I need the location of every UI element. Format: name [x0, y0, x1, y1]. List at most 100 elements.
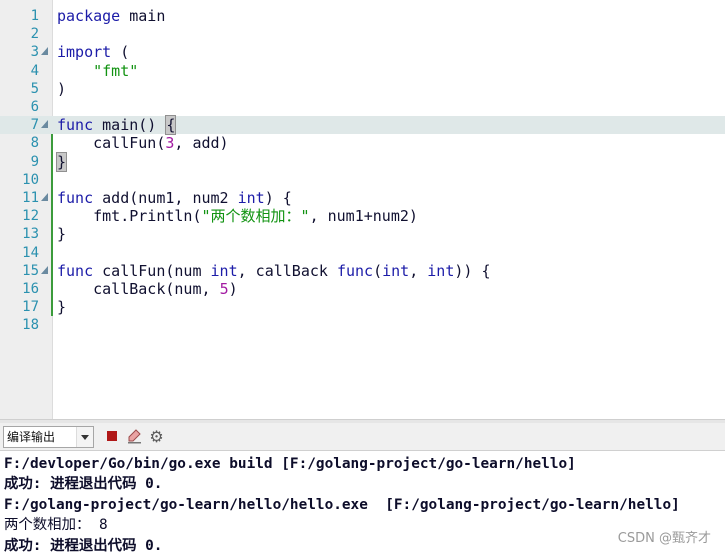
code-line[interactable]: 1 package main — [0, 7, 725, 25]
code-line[interactable]: 12 fmt.Println("两个数相加：", num1+num2) — [0, 207, 725, 226]
keyword: func — [57, 261, 94, 280]
line-number: 11 — [22, 190, 39, 206]
keyword: package — [57, 7, 121, 25]
code-line[interactable]: 18 — [0, 316, 725, 334]
change-marker — [51, 134, 53, 153]
build-output-console[interactable]: F:/devloper/Go/bin/go.exe build [F:/gola… — [0, 452, 725, 555]
line-number: 16 — [22, 281, 39, 297]
chevron-down-icon[interactable] — [76, 427, 93, 447]
keyword: int — [382, 261, 410, 280]
code-line[interactable]: 10 — [0, 170, 725, 189]
output-line: F:/devloper/Go/bin/go.exe build [F:/gola… — [4, 456, 576, 472]
line-number: 8 — [30, 135, 39, 152]
fold-toggle-icon[interactable] — [41, 265, 48, 274]
line-number: 17 — [22, 299, 39, 316]
fold-toggle-icon[interactable] — [41, 193, 48, 201]
number-literal: 5 — [219, 280, 229, 298]
keyword: func — [57, 189, 94, 207]
code-line[interactable]: 9 } — [0, 151, 725, 172]
line-number: 6 — [30, 99, 39, 115]
watermark: CSDN @甄齐才 — [617, 531, 711, 546]
code-text: "fmt" — [57, 62, 138, 80]
code-text: } — [57, 225, 66, 243]
change-marker — [51, 298, 53, 317]
code-text: } — [55, 151, 68, 172]
code-token: main() — [93, 116, 166, 135]
line-number: 18 — [22, 317, 39, 334]
line-number: 2 — [30, 26, 39, 43]
code-text: fmt.Println("两个数相加：", num1+num2) — [57, 207, 418, 225]
code-line[interactable]: 14 — [0, 243, 725, 262]
code-line[interactable]: 4 "fmt" — [0, 62, 725, 80]
code-token: } — [57, 298, 67, 317]
fold-toggle-icon[interactable] — [41, 120, 48, 129]
matched-brace: { — [165, 115, 177, 136]
line-number: 5 — [30, 80, 39, 97]
output-line: F:/golang-project/go-learn/hello/hello.e… — [4, 496, 680, 513]
code-token: ) { — [264, 189, 292, 207]
fold-toggle-icon[interactable] — [41, 47, 48, 56]
code-line[interactable]: 2 — [0, 25, 725, 43]
code-token: , callBack — [237, 261, 337, 280]
code-token: ( — [373, 261, 383, 280]
change-marker — [51, 207, 53, 226]
code-token: ( — [111, 43, 130, 62]
output-type-selected: 编译输出 — [7, 430, 56, 444]
code-token: , — [409, 261, 428, 280]
line-number: 14 — [22, 244, 39, 261]
clear-icon[interactable] — [126, 428, 143, 445]
code-token: fmt.Println( — [93, 207, 202, 226]
code-editor[interactable]: 1 package main 2 3 import ( 4 "fmt" 5 ) … — [0, 0, 725, 419]
keyword: int — [427, 261, 455, 280]
line-number: 3 — [30, 44, 39, 61]
code-token: , num1+num2) — [309, 207, 418, 226]
code-line[interactable]: 8 callFun(3, add) — [0, 134, 725, 153]
line-number: 12 — [22, 208, 39, 225]
code-token: callFun(num — [93, 261, 211, 280]
code-text: package main — [57, 7, 165, 25]
keyword: func — [336, 261, 374, 280]
change-marker — [51, 225, 53, 244]
code-line[interactable]: 5 ) — [0, 80, 725, 98]
code-token: callBack(num, — [93, 280, 220, 298]
change-marker — [51, 261, 53, 280]
change-marker — [51, 189, 53, 208]
code-token: callFun( — [93, 134, 166, 153]
string-literal: "fmt" — [93, 61, 139, 80]
code-text: ) — [57, 80, 66, 98]
code-line[interactable]: 6 — [0, 98, 725, 116]
code-token: } — [57, 225, 67, 244]
output-toolbar: 编译输出 ⚙ — [0, 423, 725, 451]
code-text: func main() { — [57, 115, 177, 136]
code-text: import ( — [57, 43, 129, 61]
code-token: )) { — [454, 261, 491, 280]
code-line[interactable]: 17 } — [0, 298, 725, 317]
stop-icon[interactable] — [104, 428, 121, 445]
line-number: 7 — [30, 117, 39, 134]
gear-icon[interactable]: ⚙ — [148, 428, 165, 445]
code-line[interactable]: 13 } — [0, 225, 725, 244]
code-text: func add(num1, num2 int) { — [57, 189, 292, 207]
code-text: func callFun(num int, callBack func(int,… — [57, 262, 491, 280]
keyword: func — [57, 116, 94, 135]
line-number: 4 — [30, 62, 39, 79]
code-line[interactable]: 11 func add(num1, num2 int) { — [0, 189, 725, 208]
line-number: 10 — [22, 171, 39, 188]
code-line[interactable]: 15 func callFun(num int, callBack func(i… — [0, 261, 725, 280]
code-text: callFun(3, add) — [57, 134, 229, 153]
line-number: 9 — [30, 153, 39, 170]
matched-brace: } — [55, 151, 68, 172]
current-code-line[interactable]: 7 func main() { — [0, 115, 725, 136]
code-line[interactable]: 16 callBack(num, 5) — [0, 280, 725, 299]
change-marker — [51, 280, 53, 299]
output-type-select[interactable]: 编译输出 — [3, 426, 94, 448]
string-literal: "两个数相加：" — [201, 207, 310, 226]
keyword: import — [57, 43, 112, 62]
output-line: 成功: 进程退出代码 0. — [4, 476, 163, 493]
code-token: , add) — [174, 134, 229, 153]
code-line[interactable]: 3 import ( — [0, 43, 725, 61]
line-number: 1 — [30, 8, 39, 24]
keyword: int — [210, 261, 238, 280]
code-token: main — [120, 7, 166, 25]
keyword: int — [237, 189, 265, 207]
